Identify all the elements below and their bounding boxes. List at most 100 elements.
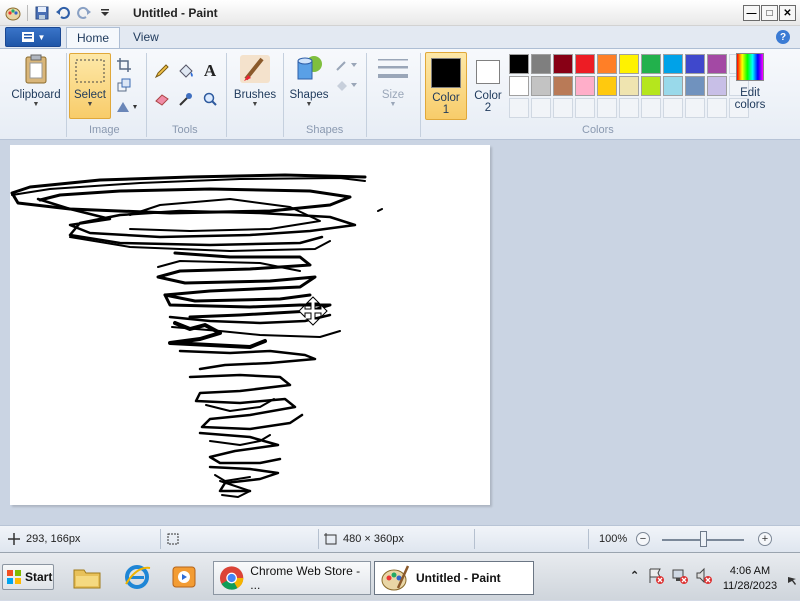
edit-colors-button[interactable]: Edit colors [732,53,768,111]
palette-custom-slot[interactable] [707,98,727,118]
palette-color[interactable] [707,54,727,74]
shapes-icon [297,56,322,80]
maximize-button[interactable]: □ [761,5,778,21]
rotate-icon[interactable] [114,97,140,117]
color2-button[interactable]: Color 2 [470,52,506,120]
plus-icon: + [761,532,769,545]
fill-shape-icon[interactable] [334,75,360,95]
file-menu-button[interactable]: ▼ [5,27,61,47]
palette-color[interactable] [531,54,551,74]
zoom-out-button[interactable]: − [636,532,650,546]
fill-icon[interactable] [176,61,196,81]
palette-custom-slot[interactable] [663,98,683,118]
palette-color[interactable] [575,54,595,74]
palette-color[interactable] [619,76,639,96]
zoom-level: 100% [599,533,627,545]
brushes-button[interactable]: Brushes ▼ [230,53,280,109]
select-icon [75,59,105,83]
customize-qat-icon[interactable] [96,4,114,22]
resize-icon[interactable] [114,75,134,95]
canvas-work-area[interactable] [0,140,800,525]
undo-icon[interactable] [54,4,72,22]
palette-color[interactable] [707,76,727,96]
media-player-icon[interactable] [167,561,201,593]
palette-color[interactable] [663,54,683,74]
shapes-button[interactable]: Shapes ▼ [287,53,331,109]
select-button[interactable]: Select ▼ [69,53,111,119]
palette-custom-slot[interactable] [685,98,705,118]
palette-color[interactable] [685,54,705,74]
color1-button[interactable]: Color 1 [425,52,467,120]
palette-color[interactable] [619,54,639,74]
palette-custom-slot[interactable] [531,98,551,118]
window-controls: — □ ✕ [743,5,796,21]
tab-home[interactable]: Home [66,27,121,48]
palette-color[interactable] [575,76,595,96]
palette-color[interactable] [663,76,683,96]
palette-custom-slot[interactable] [509,98,529,118]
group-separator [226,53,227,137]
chevron-down-icon: ▼ [32,101,40,108]
palette-color[interactable] [509,54,529,74]
palette-color[interactable] [597,76,617,96]
chevron-down-icon: ▼ [86,101,94,108]
clock[interactable]: 4:06 AM 11/28/2023 [715,564,785,594]
rainbow-icon [736,53,764,81]
crop-icon[interactable] [114,55,134,75]
action-center-icon[interactable] [647,567,665,588]
palette-color[interactable] [641,76,661,96]
drawing-canvas[interactable] [10,145,490,505]
palette-custom-slot[interactable] [575,98,595,118]
tab-view[interactable]: View [123,27,169,48]
palette-color[interactable] [553,54,573,74]
show-hidden-icons-icon[interactable]: ⌃ [630,569,639,582]
palette-color[interactable] [685,76,705,96]
magnifier-icon[interactable] [200,89,220,109]
shapes-group-label: Shapes [306,124,344,136]
chrome-task-label: Chrome Web Store - ... [250,564,361,592]
brushes-label: Brushes [233,89,277,101]
internet-explorer-icon[interactable] [120,561,154,593]
pencil-icon[interactable] [152,61,172,81]
outline-icon[interactable] [334,55,360,75]
close-button[interactable]: ✕ [779,5,796,21]
text-icon[interactable]: A [200,61,220,81]
size-button[interactable]: Size ▼ [370,55,416,109]
show-desktop-icon[interactable] [786,575,798,590]
chrome-icon [219,566,244,590]
clipboard-button[interactable]: Clipboard ▼ [8,53,64,109]
palette-custom-slot[interactable] [619,98,639,118]
color-picker-icon[interactable] [176,89,196,109]
palette-custom-slot[interactable] [597,98,617,118]
volume-muted-icon[interactable] [695,567,713,588]
taskbar-chrome-task[interactable]: Chrome Web Store - ... [213,561,371,595]
minimize-button[interactable]: — [743,5,760,21]
close-icon: ✕ [783,7,792,19]
taskbar-paint-task[interactable]: Untitled - Paint [374,561,534,595]
palette-custom-slot[interactable] [641,98,661,118]
save-icon[interactable] [33,4,51,22]
cursor-position-icon [8,533,20,545]
palette-color[interactable] [509,76,529,96]
clock-time: 4:06 AM [729,565,771,577]
minus-icon: − [639,532,647,545]
help-icon[interactable]: ? [776,30,790,44]
palette-custom-slot[interactable] [553,98,573,118]
zoom-slider-thumb[interactable] [700,531,707,547]
zoom-in-button[interactable]: + [758,532,772,546]
file-menu-icon [21,32,34,42]
palette-color[interactable] [531,76,551,96]
palette-color[interactable] [553,76,573,96]
start-button[interactable]: Start [2,564,54,590]
paint-app-icon[interactable] [4,4,22,22]
file-explorer-icon[interactable] [70,561,104,593]
group-separator [146,53,147,137]
palette-color[interactable] [597,54,617,74]
eraser-icon[interactable] [152,89,172,109]
network-icon[interactable] [671,567,689,588]
taskbar: Start Chrome Web Store - ... Untitled - … [0,552,800,600]
tools-group-label: Tools [172,124,198,136]
colors-group-label: Colors [582,124,614,136]
palette-color[interactable] [641,54,661,74]
redo-icon[interactable] [75,4,93,22]
